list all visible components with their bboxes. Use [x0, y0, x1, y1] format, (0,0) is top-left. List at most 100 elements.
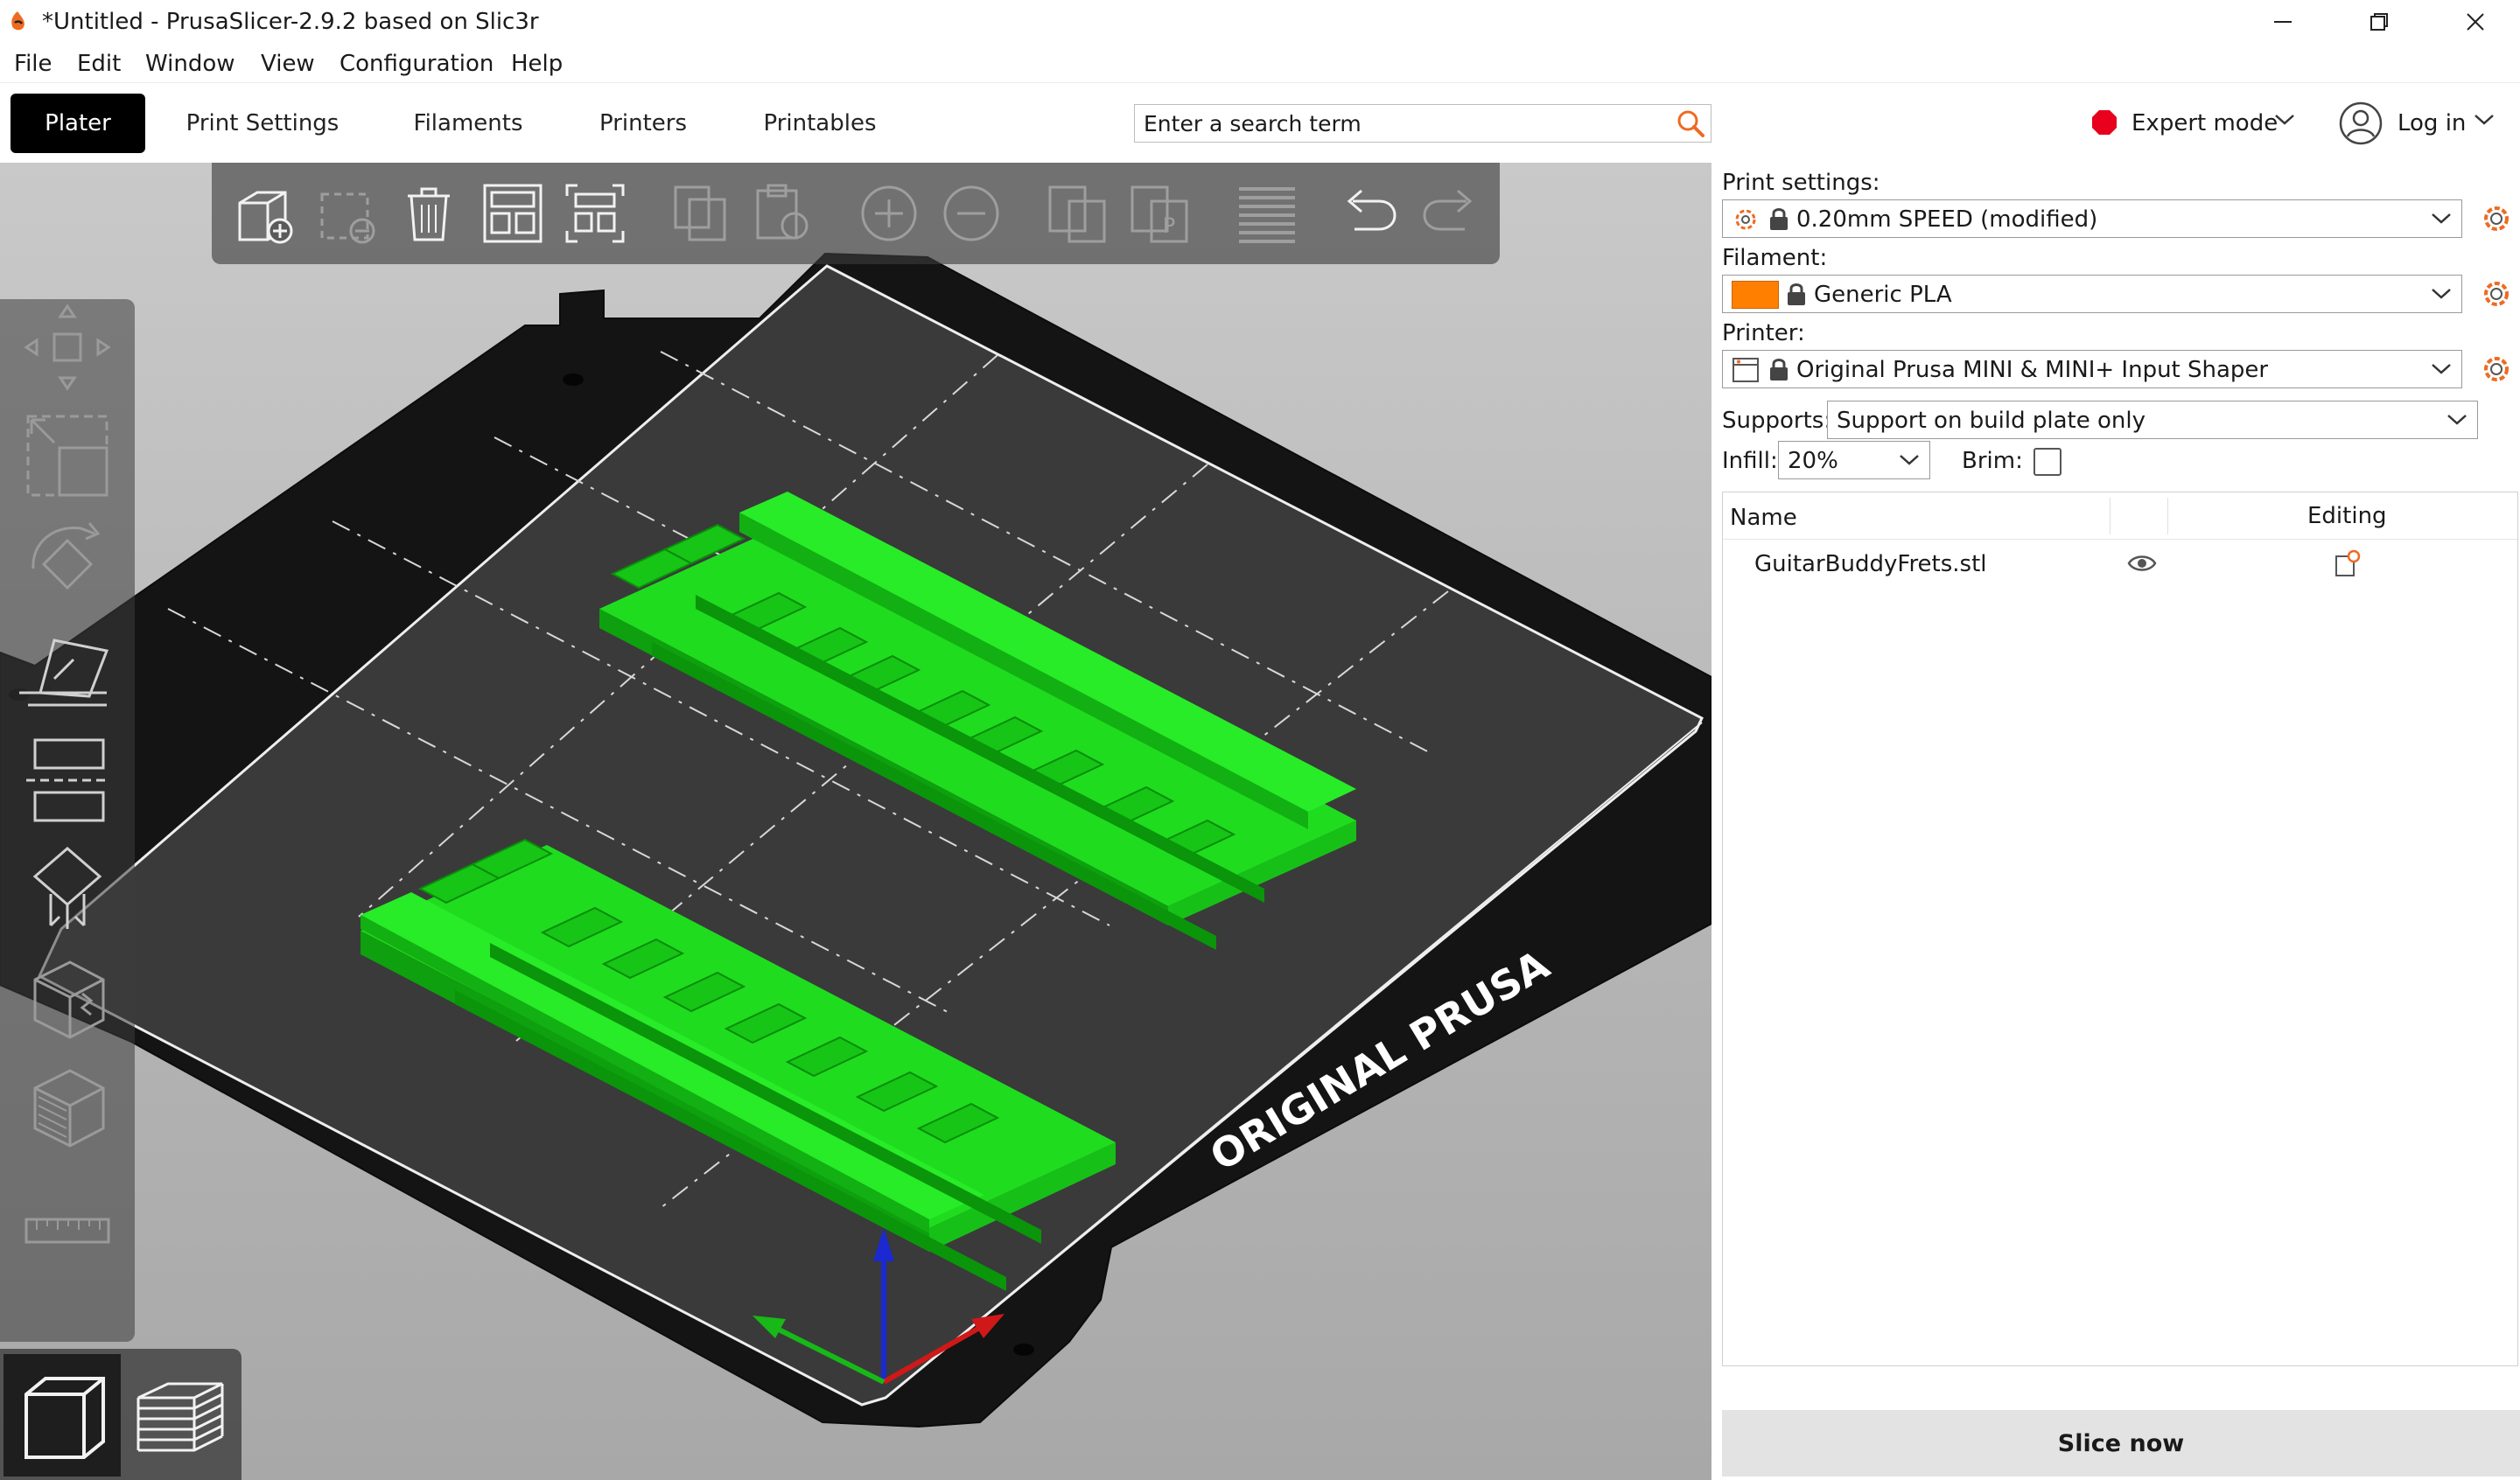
left-toolbar	[0, 299, 135, 1342]
rotate-icon[interactable]	[19, 516, 116, 612]
arrange-selection-icon[interactable]	[562, 180, 628, 247]
printer-icon	[1732, 358, 1759, 382]
infill-combo[interactable]: 20%	[1778, 441, 1930, 479]
filament-label: Filament:	[1722, 245, 1828, 271]
3d-view-icon	[24, 1377, 105, 1459]
view-switch	[0, 1349, 242, 1480]
window-title: *Untitled - PrusaSlicer-2.9.2 based on S…	[42, 9, 539, 35]
paste-icon[interactable]	[749, 180, 816, 247]
undo-icon[interactable]	[1335, 180, 1402, 247]
delete-icon[interactable]	[315, 180, 382, 247]
menu-help[interactable]: Help	[511, 49, 563, 79]
column-name[interactable]: Name	[1730, 503, 1797, 533]
menu-window[interactable]: Window	[145, 49, 235, 79]
supports-combo[interactable]: Support on build plate only	[1827, 401, 2478, 439]
minimize-button[interactable]	[2235, 0, 2331, 44]
search-input[interactable]	[1144, 108, 1660, 138]
chevron-down-icon	[2447, 415, 2467, 425]
filament-preset-value: Generic PLA	[1814, 282, 1952, 308]
add-instance-icon[interactable]	[856, 180, 922, 247]
chevron-down-icon	[1900, 455, 1919, 465]
redo-icon[interactable]	[1418, 180, 1484, 247]
supports-value: Support on build plate only	[1837, 408, 2146, 434]
chevron-down-icon	[2432, 364, 2451, 374]
user-avatar-icon	[2339, 101, 2383, 145]
printer-preset-combo[interactable]: Original Prusa MINI & MINI+ Input Shaper	[1722, 350, 2462, 388]
tab-printers[interactable]: Printers	[586, 94, 700, 153]
fuzzy-skin-icon[interactable]	[19, 1058, 116, 1155]
eye-icon[interactable]	[2127, 552, 2157, 575]
restore-button[interactable]	[2331, 0, 2427, 44]
scale-icon[interactable]	[19, 408, 116, 504]
printer-label: Printer:	[1722, 320, 1805, 346]
gear-icon[interactable]	[2482, 279, 2511, 309]
gear-icon[interactable]	[2482, 204, 2511, 234]
supports-label: Supports:	[1722, 408, 1832, 434]
chevron-down-icon	[2432, 289, 2451, 299]
3d-viewport[interactable]: ORIGINAL PRUSA P	[0, 163, 1712, 1480]
object-list-row[interactable]: GuitarBuddyFrets.stl	[1723, 541, 2517, 587]
search-icon[interactable]	[1674, 108, 1709, 140]
object-name[interactable]: GuitarBuddyFrets.stl	[1754, 549, 1987, 579]
bed-hole	[1013, 1344, 1034, 1356]
title-bar: *Untitled - PrusaSlicer-2.9.2 based on S…	[0, 0, 2520, 44]
tab-printables[interactable]: Printables	[754, 94, 886, 153]
printer-preset-value: Original Prusa MINI & MINI+ Input Shaper	[1796, 357, 2269, 383]
mode-label: Expert mode	[2132, 110, 2278, 136]
brim-label: Brim:	[1962, 448, 2023, 474]
menu-view[interactable]: View	[261, 49, 315, 79]
expert-mode-icon	[2092, 110, 2117, 135]
login-label: Log in	[2398, 110, 2467, 136]
filament-color-swatch[interactable]	[1732, 281, 1779, 309]
tab-bar: Plater Print Settings Filaments Printers…	[0, 82, 2520, 163]
svg-text:P: P	[1163, 213, 1175, 238]
chevron-down-icon	[2474, 115, 2494, 125]
support-painting-icon[interactable]	[19, 841, 116, 938]
3d-view-button[interactable]	[4, 1354, 121, 1477]
tab-print-settings[interactable]: Print Settings	[175, 94, 350, 153]
gear-icon[interactable]	[2482, 354, 2511, 384]
close-button[interactable]	[2427, 0, 2520, 44]
bed-hole	[563, 373, 584, 386]
menu-configuration[interactable]: Configuration	[340, 49, 494, 79]
cut-icon[interactable]	[19, 733, 116, 829]
chevron-down-icon	[2432, 213, 2451, 224]
column-editing[interactable]: Editing	[2307, 501, 2387, 531]
add-object-icon[interactable]	[233, 180, 299, 247]
login-button[interactable]: Log in	[2338, 99, 2513, 148]
variable-layer-height-icon[interactable]	[1234, 180, 1300, 247]
print-preset-value: 0.20mm SPEED (modified)	[1796, 206, 2098, 233]
brim-checkbox[interactable]	[2034, 448, 2062, 476]
measure-icon[interactable]	[19, 1183, 116, 1279]
copy-icon[interactable]	[668, 180, 735, 247]
place-on-face-icon[interactable]	[19, 625, 116, 721]
delete-all-icon[interactable]	[396, 180, 462, 247]
tab-filaments[interactable]: Filaments	[402, 94, 534, 153]
split-to-objects-icon[interactable]	[1045, 180, 1111, 247]
object-list: Name Editing GuitarBuddyFrets.stl	[1722, 492, 2518, 1366]
column-separator	[2167, 498, 2168, 534]
prusaslicer-logo-icon	[11, 11, 24, 31]
seam-painting-icon[interactable]	[19, 950, 116, 1046]
tab-plater[interactable]: Plater	[10, 94, 145, 153]
remove-instance-icon[interactable]	[938, 180, 1004, 247]
expert-mode-button[interactable]: Expert mode	[2088, 101, 2303, 146]
infill-value: 20%	[1788, 448, 1838, 474]
edit-settings-icon[interactable]	[2334, 548, 2362, 578]
arrange-icon[interactable]	[480, 180, 546, 247]
menu-file[interactable]: File	[14, 49, 52, 79]
slice-now-button[interactable]: Slice now	[1722, 1410, 2520, 1477]
split-to-parts-icon[interactable]: P	[1127, 180, 1194, 247]
filament-preset-combo[interactable]: Generic PLA	[1722, 275, 2462, 313]
minimize-icon	[2274, 21, 2292, 23]
print-preset-combo[interactable]: 0.20mm SPEED (modified)	[1722, 199, 2462, 238]
print-settings-icon	[1735, 209, 1756, 230]
move-icon[interactable]	[19, 299, 116, 395]
prusaslicer-window: *Untitled - PrusaSlicer-2.9.2 based on S…	[0, 0, 2520, 1480]
3d-scene[interactable]: ORIGINAL PRUSA	[0, 163, 1712, 1480]
preview-button[interactable]	[122, 1354, 240, 1477]
close-icon	[2467, 13, 2484, 31]
menu-edit[interactable]: Edit	[77, 49, 121, 79]
print-settings-label: Print settings:	[1722, 170, 1880, 196]
search-box	[1134, 104, 1712, 143]
